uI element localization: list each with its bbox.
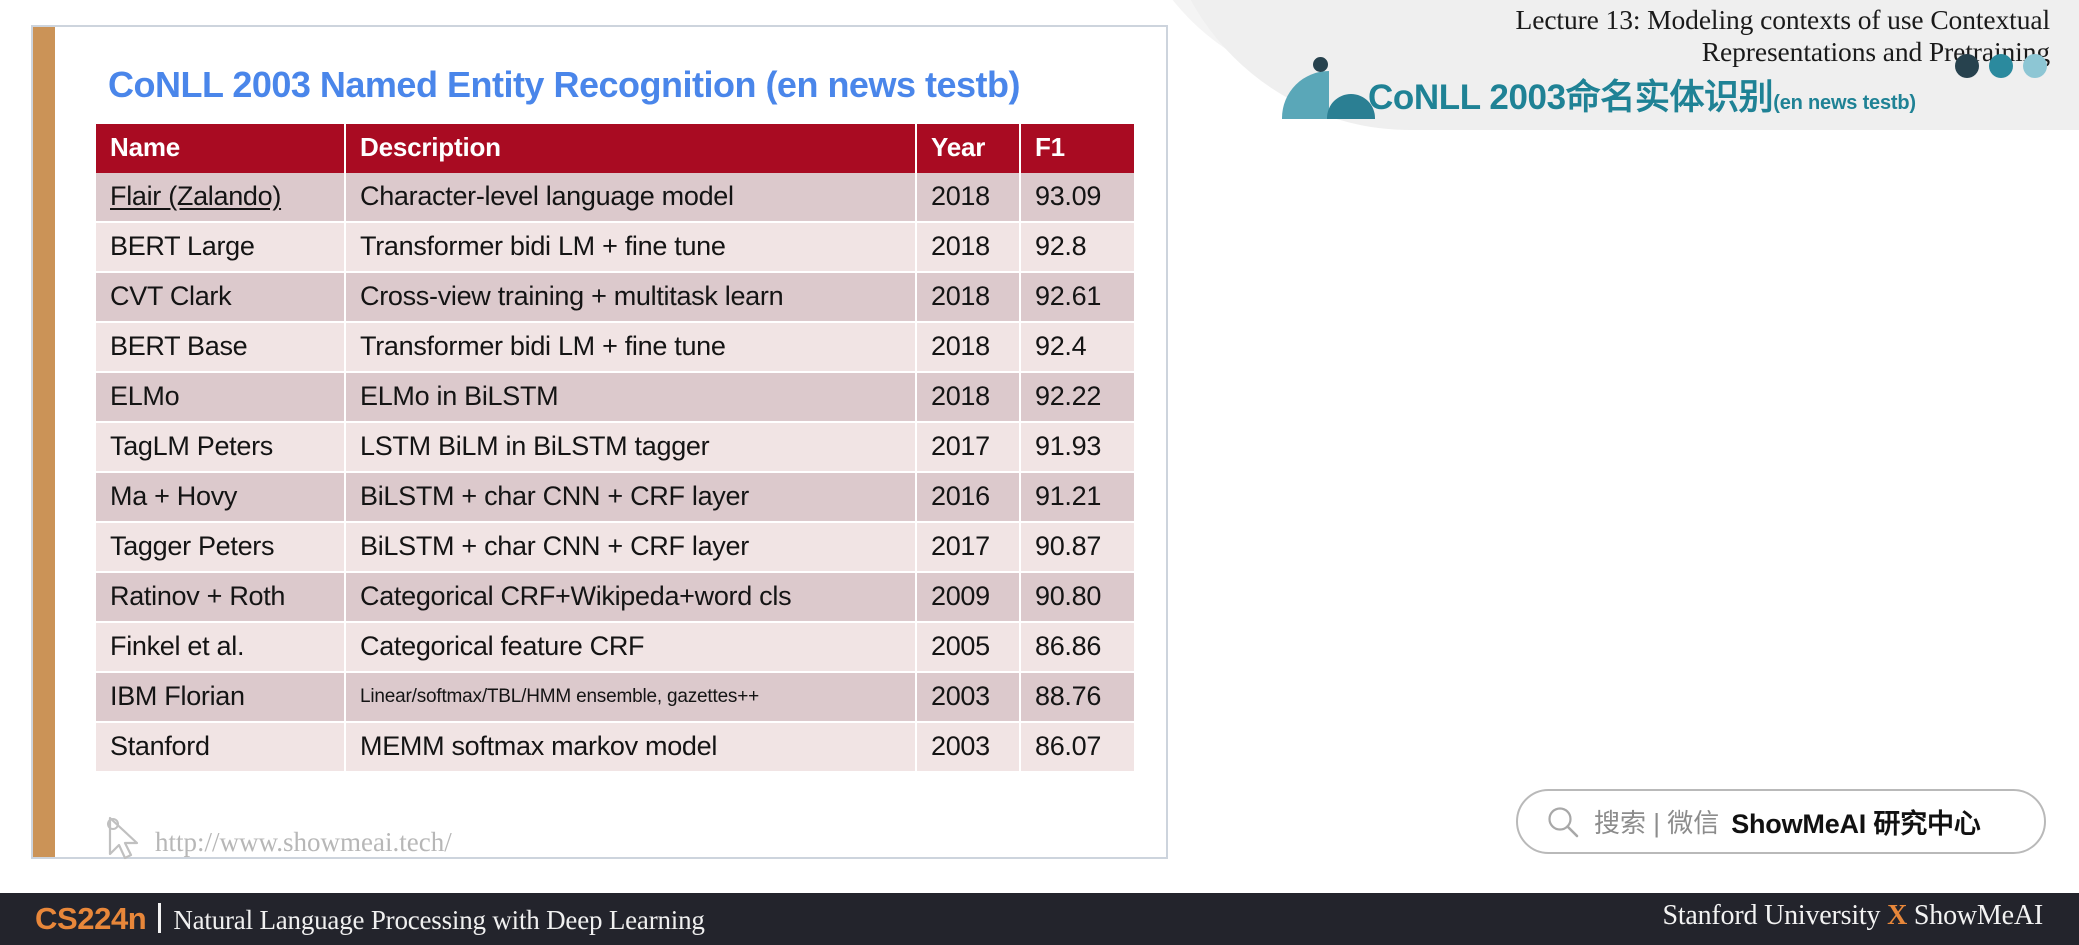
cell-description: BiLSTM + char CNN + CRF layer <box>345 472 917 523</box>
lecture-title-line1: Lecture 13: Modeling contexts of use Con… <box>1515 4 2051 35</box>
footer-attribution-suffix: ShowMeAI <box>1907 900 2043 931</box>
table-row[interactable]: BERT Large Transformer bidi LM + fine tun… <box>96 222 1134 273</box>
table-row[interactable]: Finkel et al. Categorical feature CRF 2005… <box>96 622 1134 673</box>
cell-year: 2018 <box>916 222 1021 273</box>
chinese-slide-title: CoNLL 2003命名实体识别(en news testb) <box>1368 69 1916 120</box>
cell-f1: 93.09 <box>1020 173 1134 223</box>
cell-name: ELMo <box>96 372 346 423</box>
cell-year: 2018 <box>916 372 1021 423</box>
table-row[interactable]: TagLM Peters LSTM BiLM in BiLSTM tagger 20… <box>96 422 1134 473</box>
cell-name: Ratinov + Roth <box>96 572 346 623</box>
chinese-slide-title-main: CoNLL 2003命名实体识别 <box>1368 78 1774 117</box>
cell-description: MEMM softmax markov model <box>345 722 917 773</box>
cell-name: Ma + Hovy <box>96 472 346 523</box>
table-row[interactable]: IBM Florian Linear/softmax/TBL/HMM ensemb… <box>96 672 1134 723</box>
footer-attribution-prefix: Stanford University <box>1662 900 1888 931</box>
cell-name: BERT Base <box>96 322 346 373</box>
column-header-description[interactable]: Description <box>345 124 917 173</box>
logo-dot-light-icon <box>2023 54 2047 78</box>
cell-name: Finkel et al. <box>96 622 346 673</box>
cell-description: Linear/softmax/TBL/HMM ensemble, gazette… <box>345 672 917 723</box>
cell-year: 2016 <box>916 472 1021 523</box>
cell-description: Categorical feature CRF <box>345 622 917 673</box>
cell-year: 2003 <box>916 722 1021 773</box>
cell-year: 2017 <box>916 522 1021 573</box>
cell-description: Cross-view training + multitask learn <box>345 272 917 323</box>
cell-year: 2009 <box>916 572 1021 623</box>
logo-small-dot-icon <box>1313 57 1328 72</box>
table-row[interactable]: Ratinov + Roth Categorical CRF+Wikipeda+w… <box>96 572 1134 623</box>
footer-divider <box>158 903 162 933</box>
cell-f1: 90.87 <box>1020 522 1134 573</box>
cell-description: Categorical CRF+Wikipeda+word cls <box>345 572 917 623</box>
table-row[interactable]: Stanford MEMM softmax markov model 2003 86.… <box>96 722 1134 773</box>
table-head: Name Description Year F1 <box>96 124 1134 173</box>
card-left-accent-bar <box>33 27 55 857</box>
search-placeholder: 搜索 | 微信 <box>1594 808 1720 838</box>
cell-f1: 92.4 <box>1020 322 1134 373</box>
cell-name: Flair (Zalando) <box>96 173 346 223</box>
cell-name: Stanford <box>96 722 346 773</box>
cell-description: Character-level language model <box>345 173 917 223</box>
cell-f1: 86.07 <box>1020 722 1134 773</box>
logo-dots <box>1955 54 2065 84</box>
mouse-cursor-icon <box>107 816 139 860</box>
table-body: Flair (Zalando) Character-level language … <box>96 173 1134 773</box>
search-brand-label: ShowMeAI 研究中心 <box>1731 809 1981 839</box>
cell-name: Tagger Peters <box>96 522 346 573</box>
cell-description: Transformer bidi LM + fine tune <box>345 222 917 273</box>
footer-course-code: CS224n <box>35 901 147 936</box>
table-row[interactable]: ELMo ELMo in BiLSTM 2018 92.22 <box>96 372 1134 423</box>
cell-year: 2018 <box>916 173 1021 223</box>
table-row[interactable]: CVT Clark Cross-view training + multitask… <box>96 272 1134 323</box>
footer-course-info: CS224n Natural Language Processing with … <box>35 899 705 937</box>
cell-name: CVT Clark <box>96 272 346 323</box>
column-header-f1[interactable]: F1 <box>1020 124 1134 173</box>
url-watermark: http://www.showmeai.tech/ <box>155 827 452 857</box>
chinese-slide-title-sub: (en news testb) <box>1773 92 1916 114</box>
logo-dot-dark-icon <box>1955 54 1979 78</box>
table-row[interactable]: Ma + Hovy BiLSTM + char CNN + CRF layer 20… <box>96 472 1134 523</box>
cell-name: TagLM Peters <box>96 422 346 473</box>
cell-name: BERT Large <box>96 222 346 273</box>
results-table: Name Description Year F1 Flair (Zalando)… <box>96 124 1134 773</box>
cell-description: ELMo in BiLSTM <box>345 372 917 423</box>
cell-year: 2005 <box>916 622 1021 673</box>
cell-description: BiLSTM + char CNN + CRF layer <box>345 522 917 573</box>
footer-course-name: Natural Language Processing with Deep Le… <box>173 905 705 935</box>
cell-f1: 91.21 <box>1020 472 1134 523</box>
cell-name-link[interactable]: Flair (Zalando) <box>110 181 281 211</box>
logo-dot-teal-icon <box>1989 54 2013 78</box>
cell-name: IBM Florian <box>96 672 346 723</box>
cell-f1: 92.61 <box>1020 272 1134 323</box>
cell-year: 2017 <box>916 422 1021 473</box>
footer-attribution-x: X <box>1887 900 1908 931</box>
search-icon <box>1548 806 1579 837</box>
wechat-search-pill[interactable]: 搜索 | 微信 ShowMeAI 研究中心 <box>1516 789 2046 854</box>
footer-attribution: Stanford University X ShowMeAI <box>1662 900 2043 932</box>
cell-f1: 91.93 <box>1020 422 1134 473</box>
table-header-row: Name Description Year F1 <box>96 124 1134 173</box>
table-row[interactable]: BERT Base Transformer bidi LM + fine tune… <box>96 322 1134 373</box>
cell-description: LSTM BiLM in BiLSTM tagger <box>345 422 917 473</box>
cell-f1: 88.76 <box>1020 672 1134 723</box>
card-title: CoNLL 2003 Named Entity Recognition (en … <box>108 64 1020 105</box>
logo-quarter-circle-icon <box>1282 71 1329 119</box>
cell-year: 2003 <box>916 672 1021 723</box>
cell-year: 2018 <box>916 272 1021 323</box>
cell-f1: 90.80 <box>1020 572 1134 623</box>
cell-f1: 86.86 <box>1020 622 1134 673</box>
column-header-name[interactable]: Name <box>96 124 346 173</box>
table-row[interactable]: Flair (Zalando) Character-level language … <box>96 173 1134 223</box>
column-header-year[interactable]: Year <box>916 124 1021 173</box>
cell-year: 2018 <box>916 322 1021 373</box>
cell-f1: 92.22 <box>1020 372 1134 423</box>
table-row[interactable]: Tagger Peters BiLSTM + char CNN + CRF lay… <box>96 522 1134 573</box>
cell-f1: 92.8 <box>1020 222 1134 273</box>
cell-description: Transformer bidi LM + fine tune <box>345 322 917 373</box>
